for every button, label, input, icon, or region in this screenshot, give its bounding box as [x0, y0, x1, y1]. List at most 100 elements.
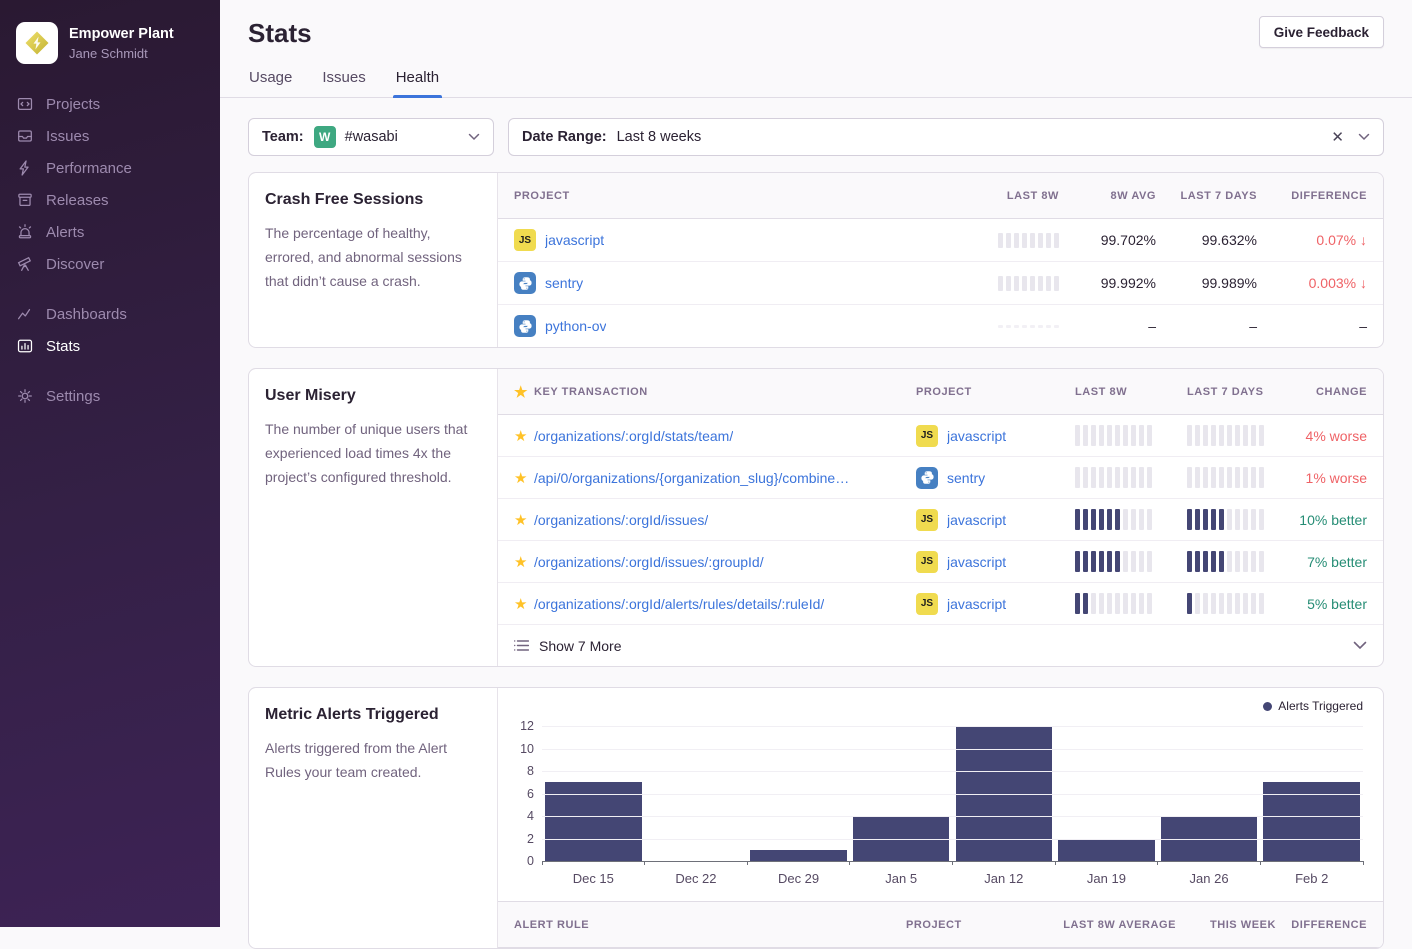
transaction-link[interactable]: /organizations/:orgId/issues/: [534, 512, 708, 528]
javascript-platform-icon: JS: [514, 229, 536, 251]
alerts-triggered-chart: Alerts Triggered 024681012 Dec 15Dec 22D…: [542, 726, 1363, 886]
team-select[interactable]: Team: W #wasabi: [248, 118, 494, 156]
project-link[interactable]: javascript: [947, 512, 1006, 528]
show-more-button[interactable]: Show 7 More: [498, 624, 1383, 666]
sidebar: Empower Plant Jane Schmidt ProjectsIssue…: [0, 0, 220, 927]
gridline: [542, 816, 1363, 817]
star-icon: ★: [514, 383, 534, 401]
org-name: Empower Plant: [69, 25, 174, 43]
table-row: ★/organizations/:orgId/alerts/rules/deta…: [498, 583, 1383, 625]
column-header: LAST 7 DAYS: [1156, 190, 1257, 202]
javascript-platform-icon: JS: [916, 509, 938, 531]
user-misery-table: ★KEY TRANSACTIONPROJECTLAST 8WLAST 7 DAY…: [498, 369, 1383, 666]
team-avatar: W: [314, 126, 336, 148]
sidebar-item-discover[interactable]: Discover: [0, 248, 220, 280]
change-value: 1% worse: [1299, 470, 1367, 486]
column-header: PROJECT: [916, 386, 1075, 398]
date-range-select[interactable]: Date Range: Last 8 weeks ✕: [508, 118, 1384, 156]
project-link[interactable]: javascript: [545, 232, 604, 248]
sparkline: [998, 233, 1059, 248]
change-value: 10% better: [1299, 512, 1367, 528]
performance-icon: [16, 159, 34, 177]
project-link[interactable]: javascript: [947, 428, 1006, 444]
sidebar-item-issues[interactable]: Issues: [0, 120, 220, 152]
column-header: KEY TRANSACTION: [534, 386, 648, 398]
sidebar-item-stats[interactable]: Stats: [0, 330, 220, 362]
column-header: DIFFERENCE: [1276, 919, 1367, 931]
transaction-link[interactable]: /organizations/:orgId/alerts/rules/detai…: [534, 596, 824, 612]
date-range-value: Last 8 weeks: [617, 129, 702, 145]
axis-tick: [1260, 861, 1261, 865]
transaction-link[interactable]: /organizations/:orgId/stats/team/: [534, 428, 733, 444]
bar-jan-19[interactable]: [1058, 839, 1154, 862]
sidebar-item-label: Releases: [46, 192, 109, 209]
bar-dec-29[interactable]: [750, 850, 846, 861]
sidebar-item-releases[interactable]: Releases: [0, 184, 220, 216]
key-transaction-star-icon[interactable]: ★: [514, 511, 534, 529]
key-transaction-star-icon[interactable]: ★: [514, 469, 534, 487]
column-header: THIS WEEK: [1176, 919, 1276, 931]
sidebar-item-label: Settings: [46, 388, 100, 405]
difference-value: 0.07% ↓: [1257, 232, 1367, 248]
sidebar-item-dashboards[interactable]: Dashboards: [0, 298, 220, 330]
sidebar-item-projects[interactable]: Projects: [0, 88, 220, 120]
gridline: [542, 749, 1363, 750]
table-row: ★/organizations/:orgId/issues/JS javascri…: [498, 499, 1383, 541]
sidebar-item-label: Dashboards: [46, 306, 127, 323]
axis-tick: [644, 861, 645, 865]
key-transaction-star-icon[interactable]: ★: [514, 427, 534, 445]
table-row: JSjavascript99.702%99.632%0.07% ↓: [498, 219, 1383, 262]
column-header: PROJECT: [514, 190, 939, 202]
page-head: Stats Give Feedback: [220, 0, 1412, 49]
sidebar-item-performance[interactable]: Performance: [0, 152, 220, 184]
project-link[interactable]: python-ov: [545, 318, 606, 334]
gridline: [542, 839, 1363, 840]
project-link[interactable]: sentry: [947, 470, 985, 486]
main: Stats Give Feedback Usage Issues Health Te…: [220, 0, 1412, 927]
sidebar-item-settings[interactable]: Settings: [0, 380, 220, 412]
change-value: 4% worse: [1299, 428, 1367, 444]
project-link[interactable]: javascript: [947, 596, 1006, 612]
table-row: sentry99.992%99.989%0.003% ↓: [498, 262, 1383, 305]
x-axis-label: Feb 2: [1260, 871, 1363, 886]
crash-free-table: PROJECTLAST 8W8W AVGLAST 7 DAYSDIFFERENC…: [498, 173, 1383, 347]
arrow-down-icon: ↓: [1360, 232, 1367, 248]
chart-legend[interactable]: Alerts Triggered: [1263, 699, 1363, 713]
sidebar-item-label: Discover: [46, 256, 104, 273]
sparkline: [1075, 467, 1187, 488]
axis-tick: [1157, 861, 1158, 865]
key-transaction-star-icon[interactable]: ★: [514, 553, 534, 571]
clear-date-icon[interactable]: ✕: [1331, 128, 1344, 146]
javascript-platform-icon: JS: [916, 551, 938, 573]
axis-tick: [1055, 861, 1056, 865]
panel-title: Metric Alerts Triggered: [265, 706, 481, 724]
sparkline: [1187, 593, 1299, 614]
transaction-link[interactable]: /api/0/organizations/{organization_slug}…: [534, 470, 849, 486]
change-value: 7% better: [1299, 554, 1367, 570]
y-axis-label: 2: [502, 832, 534, 846]
show-more-label: Show 7 More: [539, 638, 621, 654]
tab-usage[interactable]: Usage: [248, 65, 293, 97]
alerts-icon: [16, 223, 34, 241]
y-axis-label: 4: [502, 809, 534, 823]
tab-issues[interactable]: Issues: [321, 65, 366, 97]
javascript-platform-icon: JS: [916, 593, 938, 615]
sidebar-item-alerts[interactable]: Alerts: [0, 216, 220, 248]
x-axis-label: Dec 15: [542, 871, 645, 886]
python-platform-icon: [518, 276, 533, 291]
x-axis-label: Dec 29: [747, 871, 850, 886]
org-switcher[interactable]: Empower Plant Jane Schmidt: [0, 14, 220, 88]
sparkline: [998, 276, 1059, 291]
x-axis-label: Jan 19: [1055, 871, 1158, 886]
transaction-link[interactable]: /organizations/:orgId/issues/:groupId/: [534, 554, 764, 570]
avg-value: 99.992%: [1059, 275, 1156, 291]
project-link[interactable]: sentry: [545, 275, 583, 291]
tab-health[interactable]: Health: [395, 65, 440, 97]
legend-dot-icon: [1263, 702, 1272, 711]
key-transaction-star-icon[interactable]: ★: [514, 595, 534, 613]
settings-icon: [16, 387, 34, 405]
project-link[interactable]: javascript: [947, 554, 1006, 570]
give-feedback-button[interactable]: Give Feedback: [1259, 16, 1384, 48]
sparkline: [998, 325, 1059, 328]
table-row: python-ov–––: [498, 305, 1383, 347]
